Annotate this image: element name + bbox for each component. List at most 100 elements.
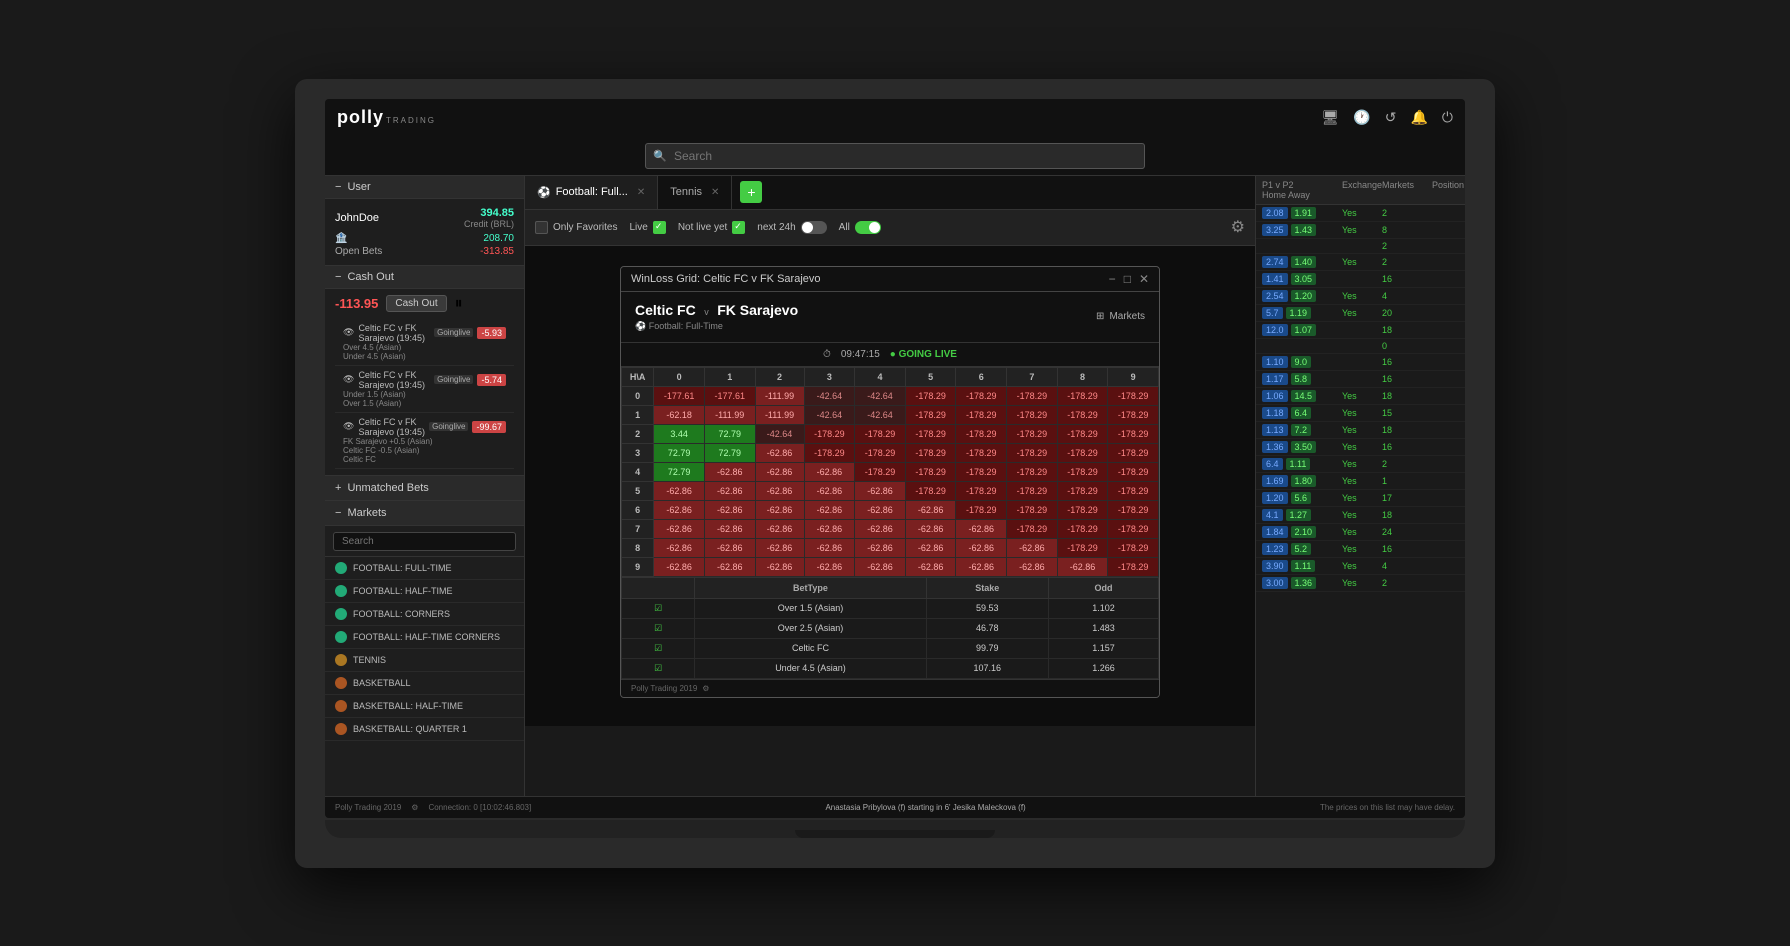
odds-away-16[interactable]: 1.80: [1291, 475, 1317, 487]
odds-row-21[interactable]: 3.90 1.11 Yes 4: [1256, 558, 1465, 575]
unmatched-header[interactable]: + Unmatched Bets: [325, 476, 524, 501]
market-item-football-halftime[interactable]: FOOTBALL: HALF-TIME: [325, 580, 524, 603]
odds-home-13[interactable]: 1.13: [1262, 424, 1288, 436]
tab-football[interactable]: ⚽ Football: Full... ✕: [525, 176, 658, 209]
market-item-tennis[interactable]: TENNIS: [325, 649, 524, 672]
odds-home-6[interactable]: 5.7: [1262, 307, 1283, 319]
odds-row-3[interactable]: 2.74 1.40 Yes 2: [1256, 254, 1465, 271]
odds-away-9[interactable]: 9.0: [1291, 356, 1312, 368]
market-item-football-fulltime[interactable]: FOOTBALL: FULL-TIME: [325, 557, 524, 580]
odds-away-12[interactable]: 6.4: [1291, 407, 1312, 419]
market-item-basketball-q1[interactable]: BASKETBALL: QUARTER 1: [325, 718, 524, 741]
odds-home-22[interactable]: 3.00: [1262, 577, 1288, 589]
markets-search-input[interactable]: [333, 532, 516, 551]
market-item-basketball[interactable]: BASKETBALL: [325, 672, 524, 695]
not-live-yet-checkbox[interactable]: [732, 221, 745, 234]
odds-away-13[interactable]: 7.2: [1291, 424, 1312, 436]
filter-settings-icon[interactable]: ⚙: [1231, 217, 1245, 237]
odds-home-1[interactable]: 3.25: [1262, 224, 1288, 236]
odds-home-11[interactable]: 1.06: [1262, 390, 1288, 402]
odds-row-19[interactable]: 1.84 2.10 Yes 24: [1256, 524, 1465, 541]
bell-icon[interactable]: 🔔: [1410, 109, 1427, 126]
all-filter[interactable]: All: [839, 221, 881, 234]
market-item-basketball-halftime[interactable]: BASKETBALL: HALF-TIME: [325, 695, 524, 718]
odds-home-9[interactable]: 1.10: [1262, 356, 1288, 368]
only-favorites-filter[interactable]: Only Favorites: [535, 221, 617, 234]
odds-away-4[interactable]: 3.05: [1291, 273, 1317, 285]
odds-home-10[interactable]: 1.17: [1262, 373, 1288, 385]
live-filter[interactable]: Live: [629, 221, 665, 234]
odds-home-20[interactable]: 1.23: [1262, 543, 1288, 555]
odds-row-4[interactable]: 1.41 3.05 16: [1256, 271, 1465, 288]
tab-tennis[interactable]: Tennis ✕: [658, 176, 732, 209]
odds-home-0[interactable]: 2.08: [1262, 207, 1288, 219]
odds-home-18[interactable]: 4.1: [1262, 509, 1283, 521]
monitor-icon[interactable]: 🖥: [1322, 109, 1340, 126]
odds-row-14[interactable]: 1.36 3.50 Yes 16: [1256, 439, 1465, 456]
odds-row-0[interactable]: 2.08 1.91 Yes 2: [1256, 205, 1465, 222]
odds-row-6[interactable]: 5.7 1.19 Yes 20: [1256, 305, 1465, 322]
odds-away-15[interactable]: 1.11: [1286, 458, 1311, 470]
odds-away-1[interactable]: 1.43: [1291, 224, 1317, 236]
bet-check-1[interactable]: ☑: [622, 618, 695, 638]
odds-away-6[interactable]: 1.19: [1286, 307, 1312, 319]
odds-home-14[interactable]: 1.36: [1262, 441, 1288, 453]
odds-row-13[interactable]: 1.13 7.2 Yes 18: [1256, 422, 1465, 439]
odds-home-3[interactable]: 2.74: [1262, 256, 1288, 268]
odds-home-7[interactable]: 12.0: [1262, 324, 1288, 336]
market-item-football-corners[interactable]: FOOTBALL: CORNERS: [325, 603, 524, 626]
modal-maximize-icon[interactable]: □: [1124, 272, 1131, 286]
odds-away-22[interactable]: 1.36: [1291, 577, 1317, 589]
odds-away-10[interactable]: 5.8: [1291, 373, 1312, 385]
odds-home-12[interactable]: 1.18: [1262, 407, 1288, 419]
not-live-yet-filter[interactable]: Not live yet: [678, 221, 745, 234]
bet-check-2[interactable]: ☑: [622, 638, 695, 658]
history-icon[interactable]: ↺: [1385, 109, 1397, 126]
odds-away-14[interactable]: 3.50: [1291, 441, 1317, 453]
odds-row-22[interactable]: 3.00 1.36 Yes 2: [1256, 575, 1465, 592]
tab-tennis-close[interactable]: ✕: [711, 187, 719, 198]
odds-away-19[interactable]: 2.10: [1291, 526, 1317, 538]
odds-row-11[interactable]: 1.06 14.5 Yes 18: [1256, 388, 1465, 405]
odds-row-5[interactable]: 2.54 1.20 Yes 4: [1256, 288, 1465, 305]
search-input[interactable]: [645, 143, 1145, 169]
odds-row-16[interactable]: 1.69 1.80 Yes 1: [1256, 473, 1465, 490]
next-24h-filter[interactable]: next 24h: [757, 221, 826, 234]
odds-away-20[interactable]: 5.2: [1291, 543, 1312, 555]
power-icon[interactable]: ⏻: [1442, 109, 1453, 126]
odds-row-20[interactable]: 1.23 5.2 Yes 16: [1256, 541, 1465, 558]
market-item-football-ht-corners[interactable]: FOOTBALL: HALF-TIME CORNERS: [325, 626, 524, 649]
odds-row-2[interactable]: 2: [1256, 239, 1465, 254]
only-favorites-checkbox[interactable]: [535, 221, 548, 234]
clock-icon[interactable]: 🕐: [1353, 109, 1370, 126]
odds-away-21[interactable]: 1.11: [1291, 560, 1316, 572]
markets-button[interactable]: ⊞ Markets: [1096, 311, 1145, 322]
modal-close-icon[interactable]: ✕: [1139, 272, 1149, 286]
odds-home-4[interactable]: 1.41: [1262, 273, 1288, 285]
odds-away-0[interactable]: 1.91: [1291, 207, 1317, 219]
odds-home-5[interactable]: 2.54: [1262, 290, 1288, 302]
odds-row-8[interactable]: 0: [1256, 339, 1465, 354]
bet-check-3[interactable]: ☑: [622, 658, 695, 678]
odds-row-7[interactable]: 12.0 1.07 18: [1256, 322, 1465, 339]
all-toggle[interactable]: [855, 221, 881, 234]
odds-home-21[interactable]: 3.90: [1262, 560, 1288, 572]
modal-minimize-icon[interactable]: −: [1109, 272, 1116, 286]
add-tab-button[interactable]: +: [740, 181, 762, 203]
odds-row-15[interactable]: 6.4 1.11 Yes 2: [1256, 456, 1465, 473]
odds-row-17[interactable]: 1.20 5.6 Yes 17: [1256, 490, 1465, 507]
odds-away-11[interactable]: 14.5: [1291, 390, 1317, 402]
cashout-button[interactable]: Cash Out: [386, 295, 446, 312]
odds-home-16[interactable]: 1.69: [1262, 475, 1288, 487]
live-checkbox[interactable]: [653, 221, 666, 234]
odds-away-18[interactable]: 1.27: [1286, 509, 1312, 521]
odds-row-9[interactable]: 1.10 9.0 16: [1256, 354, 1465, 371]
odds-row-18[interactable]: 4.1 1.27 Yes 18: [1256, 507, 1465, 524]
odds-away-7[interactable]: 1.07: [1291, 324, 1317, 336]
odds-home-19[interactable]: 1.84: [1262, 526, 1288, 538]
footer-settings-icon[interactable]: ⚙: [702, 684, 709, 693]
next-24h-toggle[interactable]: [801, 221, 827, 234]
odds-row-10[interactable]: 1.17 5.8 16: [1256, 371, 1465, 388]
odds-away-5[interactable]: 1.20: [1291, 290, 1317, 302]
bet-check-0[interactable]: ☑: [622, 598, 695, 618]
